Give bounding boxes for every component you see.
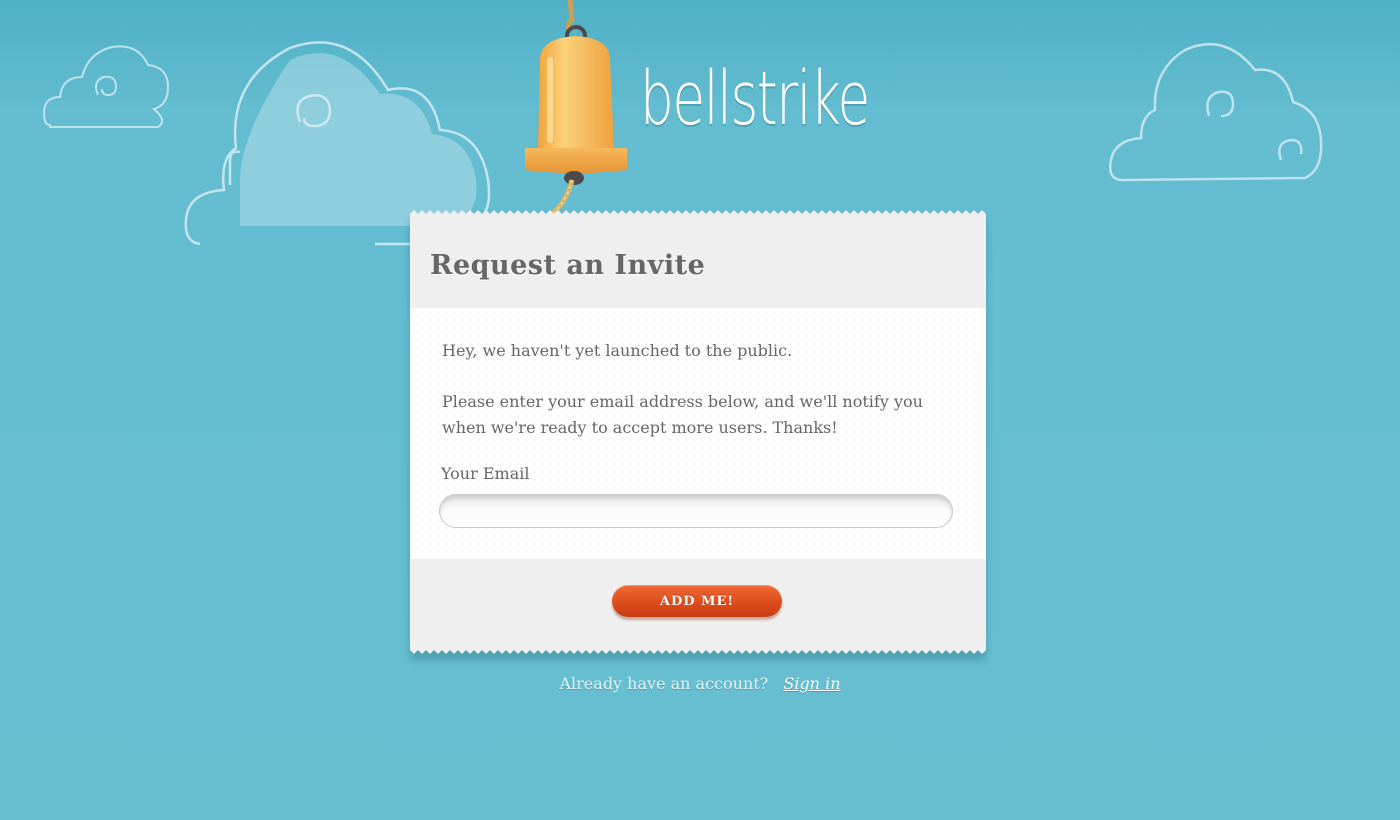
intro-text: Hey, we haven't yet launched to the publ… (442, 341, 793, 360)
account-question: Already have an account? (559, 674, 769, 693)
message-text: Please enter your email address below, a… (442, 392, 923, 437)
card-footer: ADD ME! (410, 559, 986, 648)
invite-card: Request an Invite Hey, we haven't yet la… (410, 210, 986, 654)
email-field[interactable] (439, 494, 953, 528)
signin-link[interactable]: Sign in (783, 674, 840, 693)
cloud-icon (1109, 42, 1323, 182)
signin-prompt: Already have an account? Sign in (0, 674, 1400, 693)
add-me-button[interactable]: ADD ME! (612, 585, 782, 617)
email-label: Your Email (441, 464, 530, 483)
card-header: Request an Invite (410, 216, 986, 308)
card-bottom-edge (410, 646, 986, 654)
page-title: Request an Invite (430, 250, 706, 281)
card-body: Hey, we haven't yet launched to the publ… (410, 308, 986, 559)
brand-logo: bellstrike (640, 56, 870, 142)
cloud-icon (42, 45, 170, 128)
